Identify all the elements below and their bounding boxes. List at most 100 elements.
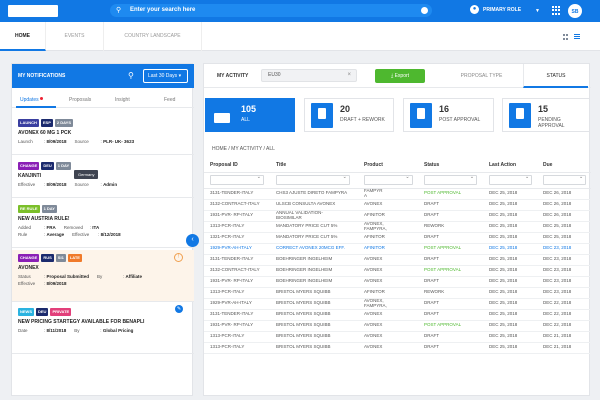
table-row[interactable]: 1929-PVR-AH-ITALY CORRECT AVONEX 20MCG EF…	[204, 243, 591, 255]
table-row[interactable]: 1931-PVR- RP-ITALY BRISTOL MYERS SQUIBB AV…	[204, 320, 591, 332]
column-filter[interactable]	[543, 175, 587, 185]
table-cell: DEC 25, 2018	[483, 309, 537, 321]
table-cell: DEC 21, 2018	[537, 331, 591, 343]
table-row[interactable]: 1313-PCR-ITALY BRISTOL MYERS SQUIBB AVONEX…	[204, 342, 591, 354]
notification-card[interactable]: CHANGE DEU 1 DAY KANJINTI Effective: 8/09/…	[12, 158, 194, 198]
table-cell: 3132-CONTRACT-ITALY	[204, 265, 270, 277]
column-header[interactable]: Title	[270, 159, 358, 173]
tab-updates[interactable]: Updates	[20, 97, 43, 103]
tab-proposal-type[interactable]: PROPOSAL TYPE	[444, 64, 519, 88]
role-switcher[interactable]: ● PRIMARY ROLE	[470, 5, 521, 14]
export-button[interactable]: ⤓ Export	[375, 69, 425, 83]
column-header[interactable]: Status	[418, 159, 483, 173]
logo[interactable]	[8, 5, 58, 17]
table-row[interactable]: 1321-PCR-ITALY MANDATORY PRICE CUT 5% AFIN…	[204, 232, 591, 244]
table-cell: 1929-PVR-AH-ITALY	[204, 243, 270, 255]
table-row[interactable]: 1313-PCR-ITALY MANDATORY PRICE CUT 5% AVON…	[204, 221, 591, 233]
notification-card[interactable]: CHANGE RUS SI1 LATE AVONEX Status: Proposal…	[12, 250, 194, 302]
table-cell: 1313-PCR-ITALY	[204, 287, 270, 299]
badge: NEWS	[18, 308, 34, 316]
tab-events[interactable]: EVENTS	[46, 22, 104, 51]
search-input[interactable]: Enter your search here	[130, 7, 195, 13]
folder-icon	[212, 103, 234, 128]
column-filter[interactable]	[364, 175, 413, 185]
table-cell: DEC 25, 2018	[483, 276, 537, 288]
table-cell: DEC 25, 2018	[483, 188, 537, 200]
table-row[interactable]: 3132-CONTRACT-ITALY BOEHRINGER INGELHEIM A…	[204, 265, 591, 277]
table-row[interactable]: 1931-PVR- RP-ITALY ANNUAL VALIDATION- BIO…	[204, 210, 591, 222]
table-cell: 1313-PCR-ITALY	[204, 331, 270, 343]
search-icon: ⚲	[116, 7, 122, 14]
table-row[interactable]: 1931-PVR- RP-ITALY BOEHRINGER INGELHEIM AV…	[204, 276, 591, 288]
table-cell: AVONEX, FAMPYRA,	[358, 221, 418, 233]
table-cell: AVONEX	[358, 309, 418, 321]
activity-panel: MY ACTIVITY EU30 × ⤓ Export PROPOSAL TYPE…	[203, 63, 591, 396]
notification-card[interactable]: RE RULE 1 DAY NEW AUSTRIA RULE! Added: FR…	[12, 201, 194, 248]
stat-all[interactable]: 105 ALL	[205, 98, 295, 132]
table-row[interactable]: 3131-TENDER-ITALY CHS3 AJUSTE DIRETO FAMP…	[204, 188, 591, 200]
badge: CHANGE	[18, 254, 40, 262]
column-filter[interactable]	[424, 175, 478, 185]
tab-status[interactable]: STATUS	[523, 64, 588, 88]
column-header[interactable]: Due	[537, 159, 591, 173]
stat-post-approval[interactable]: 16 POST APPROVAL	[403, 98, 494, 132]
role-label: PRIMARY ROLE	[483, 6, 522, 13]
table-cell: 1313-PCR-ITALY	[204, 221, 270, 233]
avatar[interactable]: SB	[567, 3, 583, 19]
table-row[interactable]: 1313-PCR-ITALY BRISTOL MYERS SQUIBB AVONEX…	[204, 331, 591, 343]
table-row[interactable]: 1929-PVR-AH-ITALY BRISTOL MYERS SQUIBB AVO…	[204, 298, 591, 310]
search-icon[interactable]: ⚲	[128, 71, 134, 80]
collapse-panel-button[interactable]: ‹	[186, 234, 199, 247]
table-cell: DEC 22, 2018	[537, 309, 591, 321]
column-filter[interactable]	[276, 175, 350, 185]
table-row[interactable]: 3131-TENDER-ITALY BRISTOL MYERS SQUIBB AVO…	[204, 309, 591, 321]
tab-country-landscape[interactable]: COUNTRY LANDSCAPE	[104, 22, 202, 51]
global-search[interactable]: ⚲ Enter your search here	[110, 4, 432, 17]
notifications-panel: MY NOTIFICATIONS ⚲ Last 30 Days ▾ Update…	[11, 63, 194, 396]
list-view-icon[interactable]	[574, 34, 580, 40]
column-header[interactable]: Last Action	[483, 159, 537, 173]
card-title: KANJINTI	[18, 173, 42, 179]
apps-grid-icon[interactable]	[552, 6, 561, 15]
table-cell: BRISTOL MYERS SQUIBB	[270, 298, 358, 310]
table-row[interactable]: 1313-PCR-ITALY BRISTOL MYERS SQUIBB AFINIT…	[204, 287, 591, 299]
table-cell: DRAFT	[418, 199, 483, 211]
column-header[interactable]: Product	[358, 159, 418, 173]
table-cell: BOEHRINGER INGELHEIM	[270, 265, 358, 277]
stat-pending-approval[interactable]: 15 PENDING APPROVAL	[502, 98, 590, 132]
chevron-down-icon[interactable]: ▼	[535, 8, 540, 14]
table-cell: DEC 25, 2018	[537, 232, 591, 244]
clear-icon[interactable]: ×	[347, 70, 351, 81]
tab-insight[interactable]: Insight	[115, 97, 130, 103]
grid-view-icon[interactable]	[563, 34, 569, 40]
column-header[interactable]: Proposal ID	[204, 159, 270, 173]
table-cell: CHS3 AJUSTE DIRETO FAMPYRA	[270, 188, 358, 200]
search-toggle[interactable]	[421, 7, 428, 14]
table-cell: BRISTOL MYERS SQUIBB	[270, 320, 358, 332]
table-cell: DEC 25, 2018	[537, 221, 591, 233]
table-cell: MANDATORY PRICE CUT 5%	[270, 221, 358, 233]
tab-feed[interactable]: Feed	[164, 97, 175, 103]
table-cell: DRAFT	[418, 342, 483, 354]
table-cell: DRAFT	[418, 276, 483, 288]
edit-icon[interactable]: ✎	[175, 305, 183, 313]
table-row[interactable]: 3132-CONTRACT-ITALY ULSCB CONSULTA AVONEX…	[204, 199, 591, 211]
table-cell: DEC 26, 2018	[537, 210, 591, 222]
user-icon: ●	[470, 5, 479, 14]
column-filter[interactable]	[489, 175, 533, 185]
notification-card[interactable]: LAUNCH ESP 2 DAYS AVONEX 60 MG 1 PCK Launc…	[12, 115, 194, 155]
activity-filter-input[interactable]: EU30 ×	[261, 69, 357, 82]
table-cell: AVONEX, FAMPYRA,	[358, 298, 418, 310]
stat-draft-rework[interactable]: 20 DRAFT + REWORK	[304, 98, 394, 132]
tab-proposals[interactable]: Proposals	[69, 97, 91, 103]
table-cell: DEC 25, 2018	[483, 342, 537, 354]
active-tab-underline	[16, 106, 56, 108]
notification-card[interactable]: NEWS DEU PRIVATE NEW PRICING STARTEGY AVAI…	[12, 304, 194, 354]
table-cell: 3131-TENDER-ITALY	[204, 188, 270, 200]
tab-home[interactable]: HOME	[0, 22, 46, 51]
period-select[interactable]: Last 30 Days ▾	[143, 69, 188, 83]
alert-icon: !	[174, 253, 183, 262]
badge: SI1	[55, 254, 66, 262]
table-row[interactable]: 3131-TENDER-ITALY BOEHRINGER INGELHEIM AVO…	[204, 254, 591, 266]
column-filter[interactable]	[210, 175, 264, 185]
